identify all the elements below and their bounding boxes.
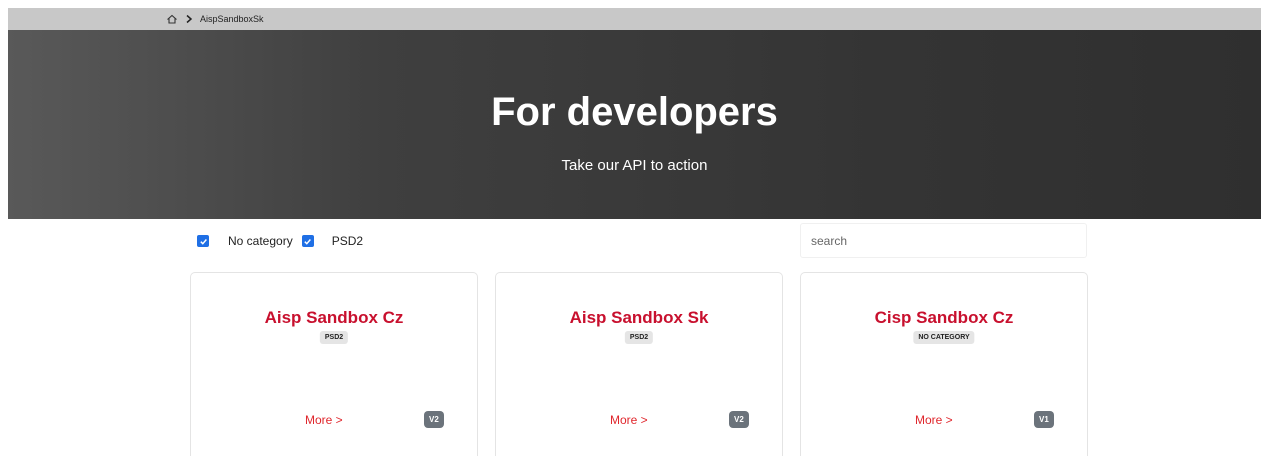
- api-card-title[interactable]: Aisp Sandbox Sk: [496, 308, 782, 328]
- filter-label-psd2: PSD2: [331, 234, 364, 248]
- breadcrumb-item-current[interactable]: AispSandboxSk: [200, 14, 264, 24]
- api-card[interactable]: Aisp Sandbox Cz PSD2 More > V2: [190, 272, 478, 456]
- filter-label-no-category: No category: [228, 234, 293, 248]
- more-link[interactable]: More >: [610, 413, 648, 427]
- breadcrumb-bar: AispSandboxSk: [8, 8, 1261, 30]
- category-badge: PSD2: [319, 331, 349, 344]
- more-link[interactable]: More >: [305, 413, 343, 427]
- api-card[interactable]: Cisp Sandbox Cz NO CATEGORY More > V1: [800, 272, 1088, 456]
- chevron-right-icon: [184, 14, 194, 24]
- category-filters: No category PSD2: [197, 233, 363, 249]
- category-badge: PSD2: [624, 331, 654, 344]
- page-subtitle: Take our API to action: [561, 157, 708, 174]
- version-badge: V1: [1034, 411, 1054, 428]
- breadcrumb: AispSandboxSk: [166, 8, 264, 30]
- version-badge: V2: [424, 411, 444, 428]
- api-card-title[interactable]: Cisp Sandbox Cz: [801, 308, 1087, 328]
- api-card[interactable]: Aisp Sandbox Sk PSD2 More > V2: [495, 272, 783, 456]
- filter-checkbox-no-category[interactable]: [197, 235, 209, 247]
- page-title: For developers: [491, 90, 778, 134]
- more-link[interactable]: More >: [915, 413, 953, 427]
- home-icon[interactable]: [166, 13, 178, 25]
- category-badge: NO CATEGORY: [913, 331, 975, 344]
- api-card-title[interactable]: Aisp Sandbox Cz: [191, 308, 477, 328]
- filter-checkbox-psd2[interactable]: [301, 235, 314, 247]
- version-badge: V2: [729, 411, 749, 428]
- hero-banner: For developers Take our API to action: [8, 30, 1261, 219]
- search-input[interactable]: [800, 223, 1087, 258]
